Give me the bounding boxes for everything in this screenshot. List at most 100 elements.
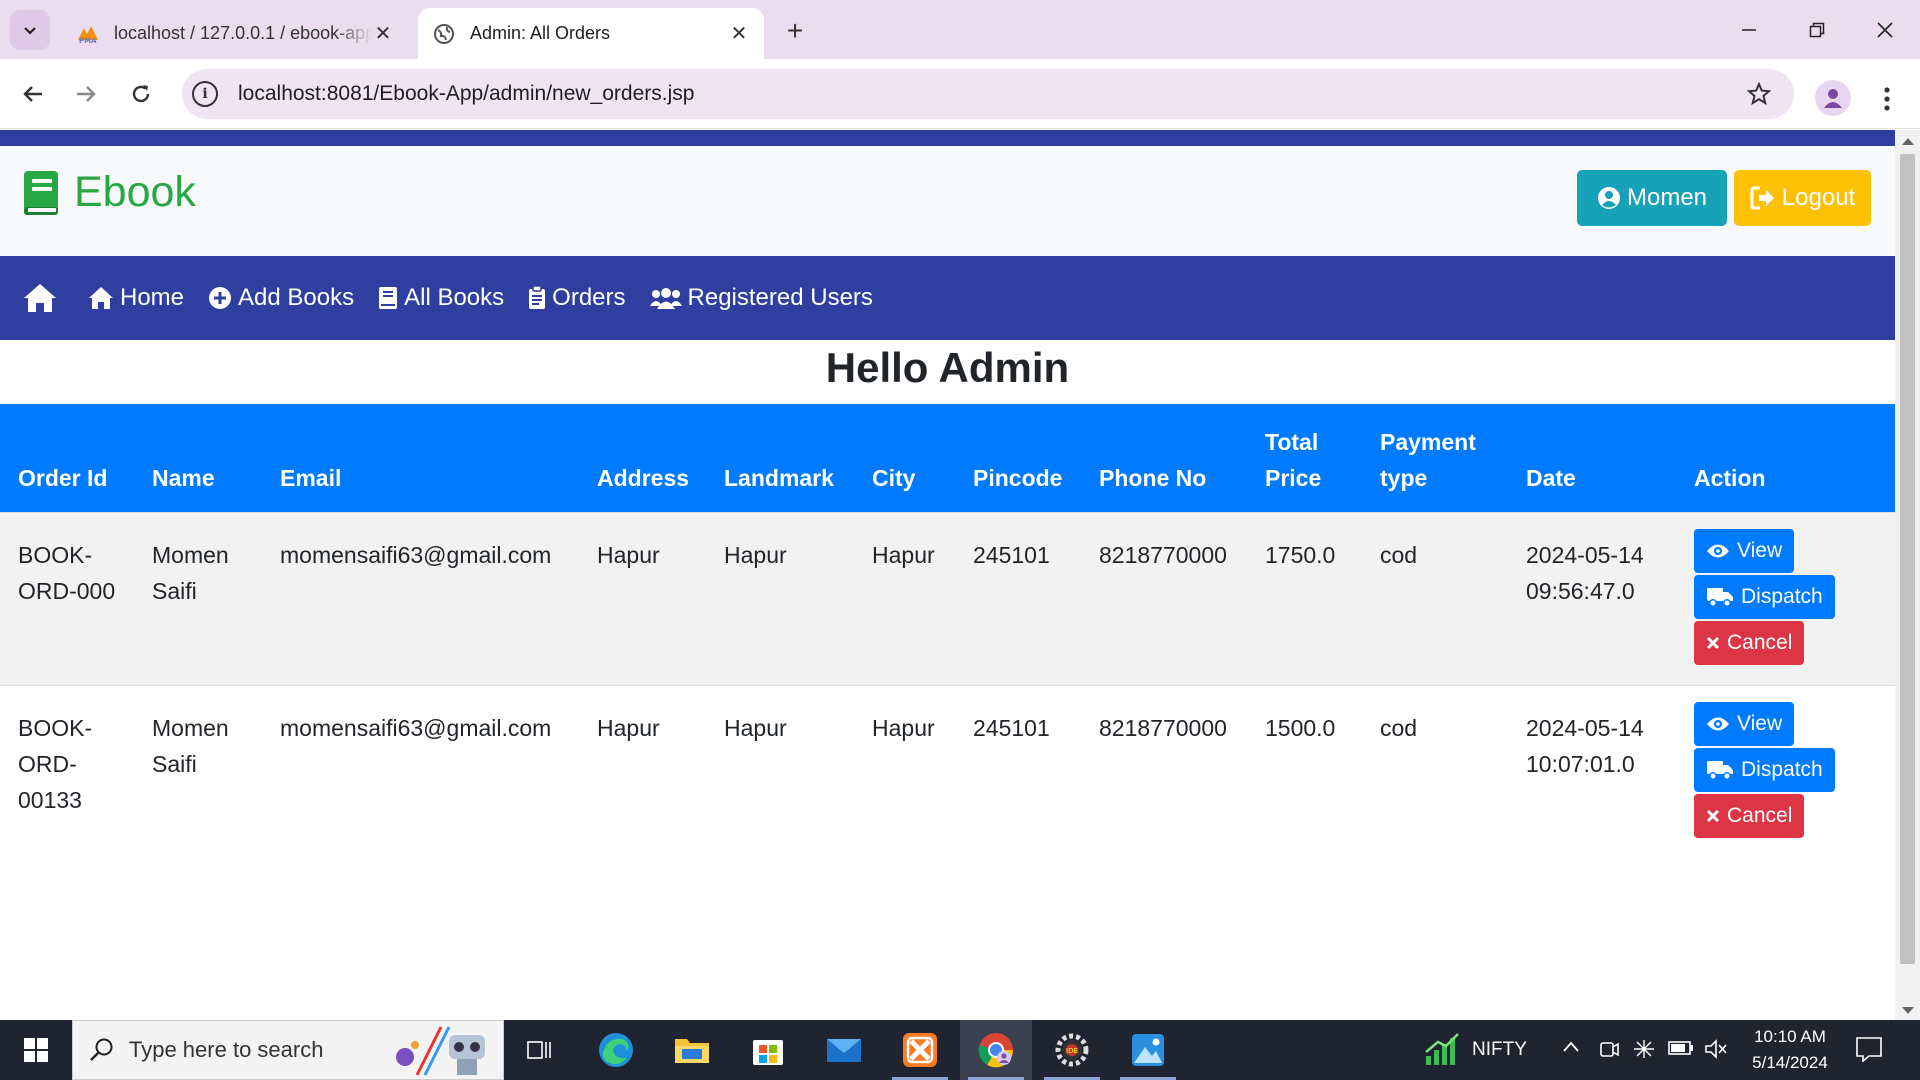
nav-registered-users-label: Registered Users — [687, 284, 873, 311]
view-button[interactable]: View — [1694, 528, 1795, 573]
chrome-icon — [978, 1033, 1014, 1068]
dispatch-button[interactable]: Dispatch — [1694, 747, 1835, 792]
payment-type-cell: cod — [1362, 511, 1508, 685]
table-row: BOOK-ORD-000 Momen Saifi momensaifi63@gm… — [0, 511, 1895, 685]
back-button[interactable] — [12, 73, 54, 115]
start-button[interactable] — [0, 1020, 72, 1080]
svg-text:PMA: PMA — [79, 37, 97, 44]
browser-tab-strip: PMA localhost / 127.0.0.1 / ebook-app ✕ … — [0, 0, 1920, 59]
page-heading: Hello Admin — [825, 344, 1070, 391]
url-text[interactable]: localhost:8081/Ebook-App/admin/new_order… — [238, 82, 694, 106]
nav-home[interactable]: Home — [88, 284, 184, 312]
name-cell: Momen Saifi — [134, 684, 262, 858]
scroll-up-arrow-icon[interactable] — [1902, 138, 1914, 145]
bookmark-star-icon[interactable] — [1744, 79, 1774, 109]
dispatch-button-label: Dispatch — [1741, 757, 1823, 781]
brand-name: Ebook — [74, 168, 196, 216]
mail-button[interactable] — [808, 1020, 880, 1080]
close-icon[interactable]: ✕ — [728, 23, 750, 45]
notifications-icon[interactable] — [1855, 1036, 1883, 1062]
ticker-label[interactable]: NIFTY — [1472, 1039, 1527, 1061]
phone-cell: 8218770000 — [1081, 511, 1247, 685]
column-header: Order Id — [0, 404, 134, 512]
user-circle-icon — [1597, 186, 1621, 210]
table-row: BOOK-ORD-00133 Momen Saifi momensaifi63@… — [0, 684, 1895, 858]
tab-phpmyadmin[interactable]: PMA localhost / 127.0.0.1 / ebook-app ✕ — [62, 8, 408, 59]
times-icon — [1706, 809, 1720, 823]
user-button[interactable]: Momen — [1577, 170, 1727, 226]
reload-icon — [132, 85, 150, 103]
cancel-button[interactable]: Cancel — [1694, 620, 1805, 665]
eye-icon — [1706, 715, 1730, 733]
nav-all-books[interactable]: All Books — [378, 284, 504, 312]
stock-chart-icon[interactable] — [1424, 1032, 1460, 1066]
photos-icon — [1132, 1034, 1164, 1066]
close-icon — [1877, 21, 1893, 38]
task-view-icon — [527, 1041, 551, 1059]
column-header: Phone No — [1081, 404, 1247, 512]
nav-add-books-label: Add Books — [238, 284, 355, 311]
page-viewport: Ebook Momen Logout Home Add Books All Bo… — [0, 130, 1895, 1020]
file-explorer-button[interactable] — [656, 1020, 728, 1080]
profile-avatar[interactable] — [1815, 80, 1851, 116]
column-header: Name — [134, 404, 262, 512]
logout-button[interactable]: Logout — [1734, 170, 1871, 226]
sign-out-icon — [1750, 186, 1776, 210]
view-button-label: View — [1737, 538, 1783, 562]
xampp-button[interactable] — [884, 1020, 956, 1080]
view-button[interactable]: View — [1694, 701, 1795, 746]
address-bar[interactable]: i localhost:8081/Ebook-App/admin/new_ord… — [182, 69, 1794, 119]
nav-orders[interactable]: Orders — [528, 284, 626, 312]
brand-logo[interactable]: Ebook — [22, 168, 196, 217]
new-tab-button[interactable]: + — [778, 14, 812, 48]
xampp-icon — [903, 1033, 937, 1067]
browser-menu-button[interactable] — [1872, 79, 1902, 119]
nav-registered-users[interactable]: Registered Users — [649, 284, 873, 312]
reload-button[interactable] — [120, 73, 162, 115]
scrollbar-thumb[interactable] — [1900, 154, 1915, 964]
clock-time: 10:10 AM — [1754, 1027, 1826, 1046]
cancel-button[interactable]: Cancel — [1694, 793, 1805, 838]
home-icon — [88, 286, 114, 310]
times-icon — [1706, 636, 1720, 650]
clock-date: 5/14/2024 — [1752, 1053, 1828, 1072]
nav-home-label: Home — [120, 284, 185, 311]
close-icon[interactable]: ✕ — [372, 23, 394, 45]
column-header: Address — [579, 404, 706, 512]
top-accent-strip — [0, 130, 1895, 146]
taskbar-search[interactable]: Type here to search — [72, 1020, 504, 1080]
settings-app-button[interactable]: IDE — [1036, 1020, 1108, 1080]
system-clock[interactable]: 10:10 AM 5/14/2024 — [1720, 1024, 1860, 1076]
tab-search-button[interactable] — [10, 10, 50, 50]
battery-icon[interactable] — [1668, 1040, 1694, 1056]
folder-icon — [675, 1039, 709, 1063]
tab-admin-orders[interactable]: Admin: All Orders ✕ — [418, 8, 764, 59]
nav-add-books[interactable]: Add Books — [208, 284, 354, 312]
column-header: Date — [1508, 404, 1676, 512]
view-button-label: View — [1737, 711, 1783, 735]
network-icon[interactable] — [1632, 1038, 1656, 1060]
search-icon — [89, 1037, 115, 1063]
microsoft-store-button[interactable] — [732, 1020, 804, 1080]
page-scrollbar[interactable] — [1895, 130, 1920, 1020]
edge-taskbar-button[interactable] — [580, 1020, 652, 1080]
book-icon — [378, 286, 398, 310]
site-info-icon[interactable]: i — [192, 81, 218, 107]
meet-now-icon[interactable] — [1598, 1038, 1620, 1060]
forward-button[interactable] — [65, 73, 107, 115]
photos-button[interactable] — [1112, 1020, 1184, 1080]
name-cell: Momen Saifi — [134, 511, 262, 685]
user-button-label: Momen — [1626, 184, 1708, 211]
minimize-button[interactable] — [1715, 0, 1783, 59]
home-icon[interactable] — [22, 282, 58, 314]
clipboard-icon — [528, 286, 546, 310]
task-view-button[interactable] — [504, 1020, 576, 1080]
chrome-taskbar-button[interactable] — [960, 1020, 1032, 1080]
chevron-up-icon[interactable] — [1562, 1040, 1580, 1054]
book-icon — [24, 170, 58, 215]
dispatch-button[interactable]: Dispatch — [1694, 574, 1835, 619]
restore-button[interactable] — [1783, 0, 1851, 59]
close-window-button[interactable] — [1851, 0, 1919, 59]
payment-type-cell: cod — [1362, 684, 1508, 858]
scroll-down-arrow-icon[interactable] — [1902, 1007, 1914, 1014]
